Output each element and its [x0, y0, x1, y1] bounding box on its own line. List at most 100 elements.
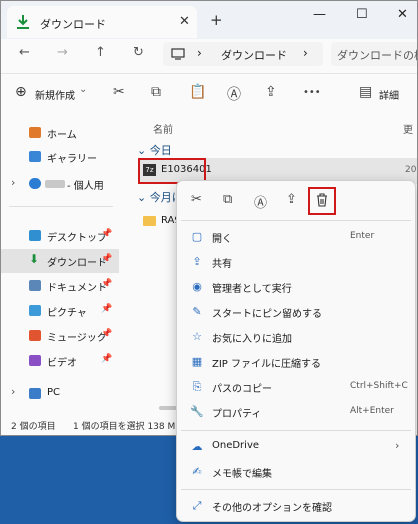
- menu-item-label: プロパティ: [212, 409, 262, 420]
- details-pane-icon[interactable]: ▤: [359, 84, 372, 100]
- pictures-icon: [29, 305, 41, 316]
- new-tab-button[interactable]: +: [210, 11, 223, 29]
- copy-icon[interactable]: ⧉: [223, 192, 232, 207]
- sidebar-item-videos[interactable]: ビデオ 📌: [1, 349, 119, 373]
- sidebar-item-documents[interactable]: ドキュメント 📌: [1, 274, 119, 298]
- menu-item-run-as-admin[interactable]: ◉ 管理者として実行: [177, 275, 415, 300]
- minimize-button[interactable]: —: [313, 7, 326, 22]
- pin-icon[interactable]: 📌: [101, 329, 112, 339]
- sidebar-item-pc[interactable]: › PC: [1, 382, 119, 406]
- wrench-icon: 🔧: [190, 405, 204, 418]
- close-window-button[interactable]: ✕: [397, 7, 408, 22]
- share-icon: ⇪: [192, 255, 202, 268]
- sidebar-item-label: ギャラリー: [47, 154, 97, 165]
- status-selected: 1 個の項目を選択 138 M: [73, 422, 176, 432]
- more-options-button[interactable]: •••: [303, 87, 321, 98]
- group-header-today[interactable]: ⌄ 今日: [137, 142, 172, 158]
- menu-item-edit-in-notepad[interactable]: ✍ メモ帳で編集: [177, 460, 415, 485]
- menu-separator: [181, 220, 411, 221]
- pin-icon[interactable]: 📌: [101, 304, 112, 314]
- details-button[interactable]: 詳細: [379, 87, 399, 102]
- desktop-icon: [29, 230, 41, 241]
- forward-button[interactable]: →: [57, 45, 68, 60]
- menu-item-pin-to-start[interactable]: ✎ スタートにピン留めする: [177, 300, 415, 325]
- sidebar-item-desktop[interactable]: デスクトップ 📌: [1, 224, 119, 248]
- rename-icon[interactable]: Ⓐ: [254, 192, 267, 211]
- menu-item-onedrive[interactable]: ☁ OneDrive ›: [177, 435, 415, 460]
- menu-item-label: スタートにピン留めする: [212, 309, 322, 320]
- menu-item-share[interactable]: ⇪ 共有: [177, 250, 415, 275]
- context-menu: ✂ ⧉ Ⓐ ⇪ ▢ 開く Enter ⇪ 共有 ◉ 管理者として実行 ✎ スター…: [176, 180, 416, 522]
- sidebar-item-pictures[interactable]: ピクチャ 📌: [1, 299, 119, 323]
- menu-item-open[interactable]: ▢ 開く Enter: [177, 225, 415, 250]
- cut-icon[interactable]: ✂: [191, 192, 202, 207]
- sidebar-item-label: ドキュメント: [47, 283, 107, 294]
- zip-icon: ▦: [191, 355, 203, 368]
- videos-icon: [29, 355, 41, 366]
- pin-icon[interactable]: 📌: [101, 254, 112, 264]
- new-button[interactable]: 新規作成: [35, 87, 75, 102]
- trash-highlight-box: [308, 187, 336, 215]
- maximize-button[interactable]: ☐: [356, 7, 368, 22]
- menu-item-properties[interactable]: 🔧 プロパティ Alt+Enter: [177, 400, 415, 425]
- expand-chevron-icon[interactable]: ›: [11, 176, 15, 189]
- sidebar-item-onedrive[interactable]: › - 個人用: [1, 172, 119, 196]
- up-button[interactable]: ↑: [95, 45, 106, 60]
- pin-icon[interactable]: 📌: [101, 279, 112, 289]
- menu-item-label: OneDrive: [212, 440, 260, 451]
- column-header-name[interactable]: 名前: [153, 121, 173, 136]
- breadcrumb-chevron-icon[interactable]: ›: [303, 46, 308, 60]
- navigation-bar: ← → ↑ ↻ › ダウンロード › ダウンロードの検索: [1, 39, 417, 69]
- download-icon: [17, 15, 29, 29]
- menu-item-compress-zip[interactable]: ▦ ZIP ファイルに圧縮する: [177, 350, 415, 375]
- address-bar[interactable]: › ダウンロード ›: [163, 42, 323, 66]
- column-header-date[interactable]: 更: [403, 121, 413, 136]
- copy-icon[interactable]: ⧉: [151, 84, 161, 100]
- group-chevron-icon: ⌄: [137, 191, 150, 204]
- refresh-button[interactable]: ↻: [133, 45, 144, 60]
- sidebar-item-music[interactable]: ミュージック 📌: [1, 324, 119, 348]
- expand-chevron-icon[interactable]: ›: [11, 385, 15, 398]
- navigation-pane: ホーム ギャラリー › - 個人用 デスクトップ 📌 ⬇ ダウンロード 📌 ドキ…: [1, 114, 119, 414]
- shield-icon: ◉: [192, 280, 202, 293]
- pin-icon[interactable]: 📌: [101, 229, 112, 239]
- sidebar-item-home[interactable]: ホーム: [1, 121, 119, 145]
- breadcrumb-downloads[interactable]: ダウンロード: [221, 47, 287, 63]
- tab-title: ダウンロード: [40, 18, 106, 31]
- onedrive-cloud-icon: ☁: [191, 440, 203, 453]
- search-input[interactable]: ダウンロードの検索: [331, 42, 417, 66]
- menu-item-show-more-options[interactable]: ⤢ その他のオプションを確認: [177, 494, 415, 519]
- title-bar: ダウンロード ✕ + — ☐ ✕: [1, 1, 417, 39]
- sidebar-item-gallery[interactable]: ギャラリー: [1, 145, 119, 169]
- music-icon: [29, 330, 41, 341]
- sidebar-item-downloads[interactable]: ⬇ ダウンロード 📌: [1, 249, 119, 273]
- paste-icon[interactable]: 📋: [189, 84, 206, 100]
- group-chevron-icon: ⌄: [137, 144, 150, 157]
- back-button[interactable]: ←: [19, 45, 30, 60]
- more-options-icon: ⤢: [192, 499, 202, 512]
- documents-icon: [29, 280, 41, 291]
- rename-icon[interactable]: Ⓐ: [227, 84, 241, 104]
- menu-item-copy-path[interactable]: ⎘ パスのコピー Ctrl+Shift+C: [177, 375, 415, 400]
- sidebar-item-label: デスクトップ: [47, 233, 107, 244]
- new-chevron-icon[interactable]: ⌄: [79, 84, 87, 95]
- computer-icon: [171, 48, 185, 60]
- menu-item-label: お気に入りに追加: [212, 334, 292, 345]
- group-label: 今日: [149, 144, 172, 157]
- onedrive-cloud-icon: [29, 178, 41, 189]
- tab-downloads[interactable]: ダウンロード ✕: [7, 6, 197, 38]
- notepad-icon: ✍: [192, 465, 202, 478]
- sidebar-divider: [9, 206, 113, 207]
- share-icon[interactable]: ⇪: [286, 192, 297, 207]
- cut-icon[interactable]: ✂: [113, 84, 125, 100]
- tab-close-icon[interactable]: ✕: [179, 14, 190, 29]
- menu-item-label: 開く: [212, 234, 232, 245]
- pin-icon[interactable]: 📌: [101, 354, 112, 364]
- share-icon[interactable]: ⇪: [265, 84, 277, 100]
- folder-icon: [143, 216, 156, 226]
- star-icon: ☆: [192, 330, 202, 343]
- home-icon: [29, 127, 41, 138]
- menu-item-shortcut: Alt+Enter: [350, 406, 394, 416]
- open-icon: ▢: [191, 230, 203, 243]
- menu-item-add-to-favorites[interactable]: ☆ お気に入りに追加: [177, 325, 415, 350]
